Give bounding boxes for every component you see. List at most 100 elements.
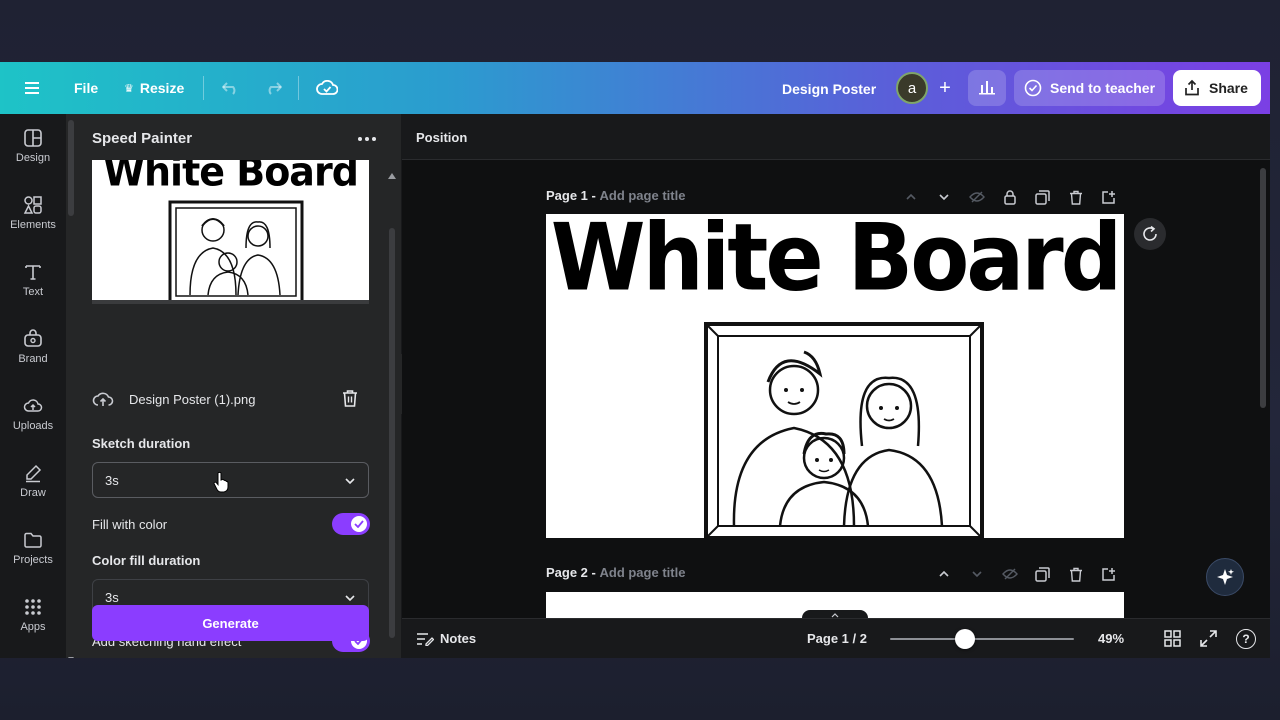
panel-scrollbar[interactable] <box>68 120 74 216</box>
lock-page-button[interactable] <box>993 187 1026 207</box>
rail-item-text[interactable]: Text <box>0 250 66 310</box>
page-1-label: Page 1 - <box>546 188 596 203</box>
page-indicator[interactable]: Page 1 / 2 <box>807 631 867 646</box>
move-down-button[interactable] <box>960 564 993 584</box>
help-button[interactable]: ? <box>1236 629 1256 649</box>
add-page-button[interactable] <box>1092 564 1125 584</box>
move-down-button[interactable] <box>927 187 960 207</box>
file-menu-button[interactable]: File <box>74 80 98 96</box>
rail-item-uploads[interactable]: Uploads <box>0 384 66 444</box>
rail-item-apps[interactable]: Apps <box>0 585 66 645</box>
move-up-button[interactable] <box>927 564 960 584</box>
more-options-button[interactable] <box>358 132 382 146</box>
zoom-handle[interactable] <box>954 629 975 649</box>
color-fill-duration-value: 3s <box>105 589 119 605</box>
delete-file-button[interactable] <box>342 389 360 409</box>
rail-label: Draw <box>20 487 46 499</box>
rail-item-brand[interactable]: Brand <box>0 317 66 377</box>
sketch-duration-value: 3s <box>105 472 119 488</box>
resize-button[interactable]: ♛ Resize <box>124 80 184 96</box>
cloud-save-button[interactable] <box>316 77 338 99</box>
expand-icon <box>1200 630 1217 647</box>
notes-label: Notes <box>440 631 477 646</box>
send-to-teacher-button[interactable]: Send to teacher <box>1014 70 1165 106</box>
menu-button[interactable] <box>22 77 44 99</box>
duplicate-page-button[interactable] <box>1026 187 1059 207</box>
scroll-up-arrow[interactable] <box>388 166 396 179</box>
board-title[interactable]: White Board <box>546 214 1124 312</box>
insights-button[interactable] <box>968 70 1006 106</box>
magic-assistant-button[interactable] <box>1206 558 1244 596</box>
rail-label: Apps <box>20 621 46 633</box>
top-bar: File ♛ Resize Design Poster a + Send to … <box>0 62 1270 114</box>
avatar[interactable]: a <box>896 72 928 104</box>
delete-page-button[interactable] <box>1059 187 1092 207</box>
eye-off-icon <box>1001 568 1018 580</box>
send-to-teacher-label: Send to teacher <box>1050 80 1156 96</box>
page-1-tools <box>894 187 1125 207</box>
share-button[interactable]: Share <box>1173 70 1261 106</box>
duplicate-icon <box>1035 189 1050 205</box>
fill-color-label: Fill with color <box>92 517 168 532</box>
sketch-duration-select[interactable]: 3s <box>92 462 369 498</box>
topbar-divider <box>298 76 299 100</box>
inner-scroll-track[interactable] <box>388 178 396 648</box>
add-collaborator-button[interactable]: + <box>932 75 958 101</box>
undo-icon <box>220 77 242 99</box>
lock-icon <box>1003 189 1016 205</box>
page-1-header: Page 1 - Add page title <box>546 188 685 203</box>
hide-page-button[interactable] <box>993 564 1026 584</box>
layout-icon <box>24 129 42 147</box>
rail-item-design[interactable]: Design <box>0 116 66 176</box>
rail-label: Uploads <box>12 420 54 432</box>
canvas-scrollbar[interactable] <box>1260 168 1266 408</box>
page-2-title-input[interactable]: Add page title <box>599 565 685 580</box>
redo-icon <box>262 77 284 99</box>
undo-button[interactable] <box>220 77 242 99</box>
position-button[interactable]: Position <box>416 130 467 145</box>
move-up-button[interactable] <box>894 187 927 207</box>
preview-title: White Board <box>103 160 359 196</box>
rotate-icon <box>1143 225 1157 241</box>
delete-page-button[interactable] <box>1059 564 1092 584</box>
zoom-slider[interactable] <box>890 629 1074 649</box>
rail-scroll-down-arrow[interactable] <box>68 648 74 658</box>
text-icon <box>25 265 41 280</box>
fill-color-toggle[interactable] <box>332 513 370 535</box>
rail-item-elements[interactable]: Elements <box>0 183 66 243</box>
more-icon <box>358 137 376 141</box>
generate-button[interactable]: Generate <box>92 605 369 641</box>
zoom-percent[interactable]: 49% <box>1098 631 1124 646</box>
cloud-upload-icon <box>23 399 43 412</box>
file-name: Design Poster (1).png <box>129 392 256 407</box>
rail-item-draw[interactable]: Draw <box>0 451 66 511</box>
grid-view-icon <box>1164 630 1181 647</box>
bottom-bar: Notes Page 1 / 2 49% ? <box>402 618 1270 658</box>
rotate-button[interactable] <box>1134 218 1166 250</box>
mouse-cursor-icon <box>213 471 229 496</box>
chevron-up-icon <box>938 570 949 577</box>
notes-button[interactable]: Notes <box>416 631 476 646</box>
cloud-upload-icon <box>92 390 114 408</box>
cloud-check-icon <box>316 77 338 99</box>
chevron-up-icon <box>905 193 916 200</box>
preview-image: White Board <box>92 160 369 304</box>
design-title[interactable]: Design Poster <box>782 81 876 97</box>
page-1-canvas[interactable]: White Board <box>546 214 1124 538</box>
topbar-divider <box>203 76 204 100</box>
family-portrait-sketch[interactable] <box>704 322 984 538</box>
plus-icon: + <box>939 77 951 99</box>
duplicate-page-button[interactable] <box>1026 564 1059 584</box>
grid-view-button[interactable] <box>1164 630 1181 650</box>
trash-icon <box>1069 190 1082 205</box>
page-1-title-input[interactable]: Add page title <box>599 188 685 203</box>
share-label: Share <box>1209 80 1248 96</box>
chevron-up-icon <box>831 612 839 617</box>
resize-label: Resize <box>139 80 185 96</box>
add-page-button[interactable] <box>1092 187 1125 207</box>
fullscreen-button[interactable] <box>1200 630 1217 650</box>
redo-button[interactable] <box>262 77 284 99</box>
hide-page-button[interactable] <box>960 187 993 207</box>
generate-label: Generate <box>202 615 259 631</box>
rail-item-projects[interactable]: Projects <box>0 518 66 578</box>
